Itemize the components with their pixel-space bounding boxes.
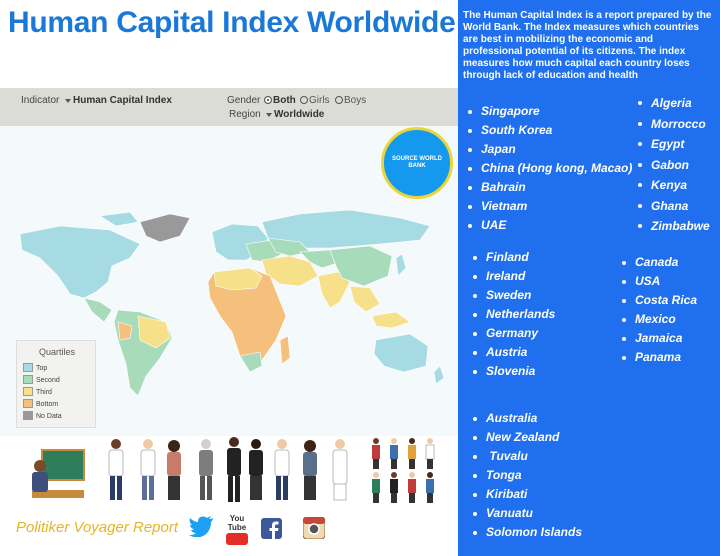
legend-item: Second (23, 375, 60, 386)
legend-swatch (23, 411, 33, 420)
description: The Human Capital Index is a report prep… (463, 10, 712, 81)
list-item: Singapore (468, 102, 632, 121)
radio-selected-icon (264, 96, 272, 104)
legend-title: Quartiles (38, 347, 75, 357)
country-list-europe: Finland Ireland Sweden Netherlands Germa… (473, 248, 555, 381)
teacher-icon (32, 449, 85, 498)
instagram-icon[interactable] (303, 517, 325, 539)
list-item: Solomon Islands (473, 523, 582, 542)
legend-swatch (23, 363, 33, 372)
list-item: Japan (468, 140, 632, 159)
list-item: Ireland (473, 267, 555, 286)
list-item: Australia (473, 409, 582, 428)
legend-item: Top (23, 363, 47, 374)
info-panel: The Human Capital Index is a report prep… (458, 0, 720, 556)
legend-item: Bottom (23, 399, 58, 410)
legend-item: No Data (23, 411, 62, 422)
list-item: Panama (622, 348, 697, 367)
source-badge: SOURCE WORLD BANK (381, 127, 453, 199)
report-label: Politiker Voyager Report (16, 519, 179, 536)
youtube-icon[interactable]: You Tube (226, 514, 248, 545)
legend-item: Third (23, 387, 52, 398)
twitter-icon[interactable] (189, 515, 215, 537)
page-title: Human Capital Index Worldwide (8, 6, 456, 39)
gender-radio-both[interactable]: Both (264, 95, 296, 106)
list-item: Sweden (473, 286, 555, 305)
list-item: UAE (468, 216, 632, 235)
list-item: Slovenia (473, 362, 555, 381)
indicator-select[interactable]: Human Capital Index (73, 95, 172, 106)
list-item: Kiribati (473, 485, 582, 504)
facebook-icon[interactable] (261, 518, 282, 539)
list-item: Kenya (638, 175, 710, 196)
indicator-label: Indicator (21, 95, 60, 106)
filter-bar: Indicator Human Capital Index Gender Bot… (0, 88, 458, 126)
chevron-down-icon[interactable] (266, 113, 272, 117)
list-item: Egypt (638, 134, 710, 155)
list-item: Gabon (638, 155, 710, 176)
legend-swatch (23, 387, 33, 396)
country-list-asia: Singapore South Korea Japan China (Hong … (468, 102, 632, 235)
region-label: Region (229, 109, 261, 120)
list-item: Morrocco (638, 114, 710, 135)
list-item: Vietnam (468, 197, 632, 216)
country-list-africa: Algeria Morrocco Egypt Gabon Kenya Ghana… (638, 93, 710, 237)
list-item: Mexico (622, 310, 697, 329)
gender-label: Gender (227, 95, 261, 106)
list-item: Germany (473, 324, 555, 343)
chevron-down-icon[interactable] (65, 99, 71, 103)
gender-radio-boys[interactable]: Boys (335, 95, 366, 106)
list-item: Ghana (638, 196, 710, 217)
list-item: Costa Rica (622, 291, 697, 310)
gender-radio-girls[interactable]: Girls (300, 95, 330, 106)
list-item: China (Hong kong, Macao) (468, 159, 632, 178)
country-list-americas: Canada USA Costa Rica Mexico Jamaica Pan… (622, 253, 697, 367)
legend-swatch (23, 375, 33, 384)
legend-swatch (23, 399, 33, 408)
list-item: Tuvalu (473, 447, 582, 466)
list-item: Jamaica (622, 329, 697, 348)
list-item: Vanuatu (473, 504, 582, 523)
list-item: South Korea (468, 121, 632, 140)
list-item: Algeria (638, 93, 710, 114)
list-item: New Zealand (473, 428, 582, 447)
list-item: Tonga (473, 466, 582, 485)
radio-icon (300, 96, 308, 104)
list-item: Zimbabwe (638, 216, 710, 237)
region-select[interactable]: Worldwide (274, 109, 324, 120)
professions-icon (372, 438, 435, 503)
list-item: Netherlands (473, 305, 555, 324)
list-item: Bahrain (468, 178, 632, 197)
list-item: Canada (622, 253, 697, 272)
country-list-oceania: Australia New Zealand Tuvalu Tonga Kirib… (473, 409, 582, 542)
list-item: Finland (473, 248, 555, 267)
list-item: Austria (473, 343, 555, 362)
map-legend: Quartiles Top Second Third Bottom No Dat… (16, 340, 96, 428)
people-group-icon (108, 437, 348, 502)
radio-icon (335, 96, 343, 104)
list-item: USA (622, 272, 697, 291)
